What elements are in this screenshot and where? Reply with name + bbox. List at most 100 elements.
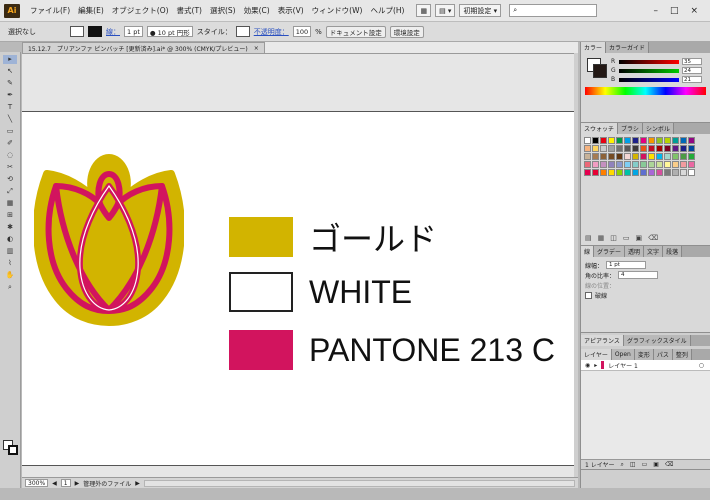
tool-icon[interactable]: T — [3, 103, 17, 112]
stroke-weight-input[interactable]: 1 pt — [606, 261, 647, 269]
swatch[interactable] — [616, 145, 623, 152]
tool-icon[interactable]: ▭ — [3, 127, 17, 136]
zoom-field[interactable]: 300% — [25, 479, 49, 487]
swatch[interactable] — [656, 145, 663, 152]
swatch[interactable] — [584, 161, 591, 168]
swatch[interactable] — [664, 153, 671, 160]
swatch[interactable] — [584, 153, 591, 160]
menu-item[interactable]: ヘルプ(H) — [366, 5, 408, 16]
swatch[interactable] — [616, 169, 623, 176]
swatch[interactable] — [616, 153, 623, 160]
menu-item[interactable]: 表示(V) — [274, 5, 308, 16]
swatch[interactable] — [584, 137, 591, 144]
swatch[interactable] — [640, 153, 647, 160]
canvas-area[interactable]: ゴールド WHITE PANTONE 213 C — [22, 53, 574, 477]
swatch[interactable] — [624, 161, 631, 168]
swatch[interactable] — [688, 153, 695, 160]
swatch[interactable] — [616, 137, 623, 144]
tab-transform[interactable]: 変形 — [634, 349, 654, 360]
swatch[interactable] — [640, 145, 647, 152]
green-value[interactable]: 24 — [682, 67, 702, 74]
swatch[interactable] — [600, 169, 607, 176]
fill-stroke-widget[interactable] — [3, 440, 18, 455]
tab-color-guide[interactable]: カラーガイド — [606, 42, 650, 53]
tab-character[interactable]: 文字 — [644, 246, 664, 257]
swatch[interactable] — [648, 137, 655, 144]
legend-swatch-gold[interactable] — [229, 217, 293, 257]
red-slider[interactable] — [619, 59, 679, 64]
tab-layers[interactable]: レイヤー — [581, 349, 612, 360]
menu-item[interactable]: ファイル(F) — [26, 5, 74, 16]
document-tab[interactable]: 15.12.7 プリアンファ ピンバッチ [更新済み].ai* @ 300% (… — [22, 42, 265, 53]
clipping-mask-icon[interactable]: ◫ — [630, 461, 636, 468]
menu-item[interactable]: 書式(T) — [173, 5, 206, 16]
swatch[interactable] — [592, 161, 599, 168]
swatch[interactable] — [600, 153, 607, 160]
visibility-eye-icon[interactable]: ◉ — [585, 362, 590, 369]
layer-target-icon[interactable]: ○ — [699, 362, 704, 369]
swatch[interactable] — [600, 145, 607, 152]
vertical-scrollbar[interactable] — [574, 53, 578, 477]
tab-paragraph[interactable]: 段落 — [663, 246, 683, 257]
dash-checkbox[interactable] — [585, 291, 592, 299]
green-slider[interactable] — [619, 68, 679, 73]
tool-icon[interactable]: ✎ — [3, 79, 17, 88]
swatch[interactable] — [664, 137, 671, 144]
swatch[interactable] — [632, 153, 639, 160]
maximize-button[interactable]: □ — [670, 6, 679, 16]
miter-input[interactable]: 4 — [618, 271, 659, 279]
swatch[interactable] — [592, 153, 599, 160]
tool-icon[interactable]: ◐ — [3, 235, 17, 244]
tab-graphic-styles[interactable]: グラフィックスタイル — [623, 335, 691, 346]
menu-item[interactable]: 効果(C) — [240, 5, 274, 16]
tool-icon[interactable]: ▥ — [3, 247, 17, 256]
swatch[interactable] — [672, 137, 679, 144]
swatch[interactable] — [608, 169, 615, 176]
swatch[interactable] — [648, 145, 655, 152]
swatch[interactable] — [624, 153, 631, 160]
stroke-swatch[interactable] — [88, 26, 102, 37]
swatch[interactable] — [592, 169, 599, 176]
menu-item[interactable]: ウィンドウ(W) — [308, 5, 367, 16]
tab-symbols[interactable]: シンボル — [642, 123, 674, 134]
layer-arrow-icon[interactable]: ▸ — [594, 362, 597, 369]
swatch[interactable] — [592, 137, 599, 144]
tab-gradient[interactable]: グラデー — [594, 246, 626, 257]
tool-icon[interactable]: ▦ — [3, 199, 17, 208]
menu-item[interactable]: オブジェクト(O) — [108, 5, 173, 16]
tab-swatches[interactable]: スウォッチ — [581, 123, 619, 134]
swatch[interactable] — [600, 137, 607, 144]
swatch[interactable] — [608, 161, 615, 168]
tool-icon[interactable]: ╲ — [3, 115, 17, 124]
tool-icon[interactable]: ✂ — [3, 163, 17, 172]
tool-icon[interactable]: ⤢ — [3, 187, 17, 196]
swatch[interactable] — [680, 169, 687, 176]
tool-icon[interactable]: ⊞ — [3, 211, 17, 220]
tool-icon[interactable]: ✐ — [3, 139, 17, 148]
red-value[interactable]: 35 — [682, 58, 702, 65]
prev-page-icon[interactable]: ◀ — [52, 480, 57, 487]
color-spectrum[interactable] — [585, 87, 706, 95]
legend-swatch-pantone[interactable] — [229, 330, 293, 370]
legend-swatch-white[interactable] — [229, 272, 293, 312]
new-swatch-icon[interactable]: ▣ — [636, 234, 643, 242]
delete-layer-icon[interactable]: ⌫ — [665, 461, 673, 468]
minimize-button[interactable]: – — [653, 6, 658, 16]
swatch[interactable] — [648, 153, 655, 160]
locate-object-icon[interactable]: ⌕ — [621, 461, 624, 469]
swatch[interactable] — [600, 161, 607, 168]
tab-color[interactable]: カラー — [581, 42, 607, 53]
swatch[interactable] — [640, 169, 647, 176]
swatch[interactable] — [672, 169, 679, 176]
tab-stroke[interactable]: 線 — [581, 246, 595, 257]
document-close-icon[interactable]: × — [254, 45, 259, 52]
tool-icon[interactable]: ✋ — [3, 271, 17, 280]
swatch[interactable] — [688, 137, 695, 144]
swatch[interactable] — [640, 137, 647, 144]
arrange-docs-icon[interactable]: ▤ ▾ — [435, 4, 456, 17]
menu-item[interactable]: 編集(E) — [74, 5, 108, 16]
style-swatch[interactable] — [235, 26, 250, 37]
fill-swatch[interactable] — [70, 26, 84, 37]
stroke-label[interactable]: 線： — [106, 27, 120, 37]
swatch[interactable] — [608, 153, 615, 160]
